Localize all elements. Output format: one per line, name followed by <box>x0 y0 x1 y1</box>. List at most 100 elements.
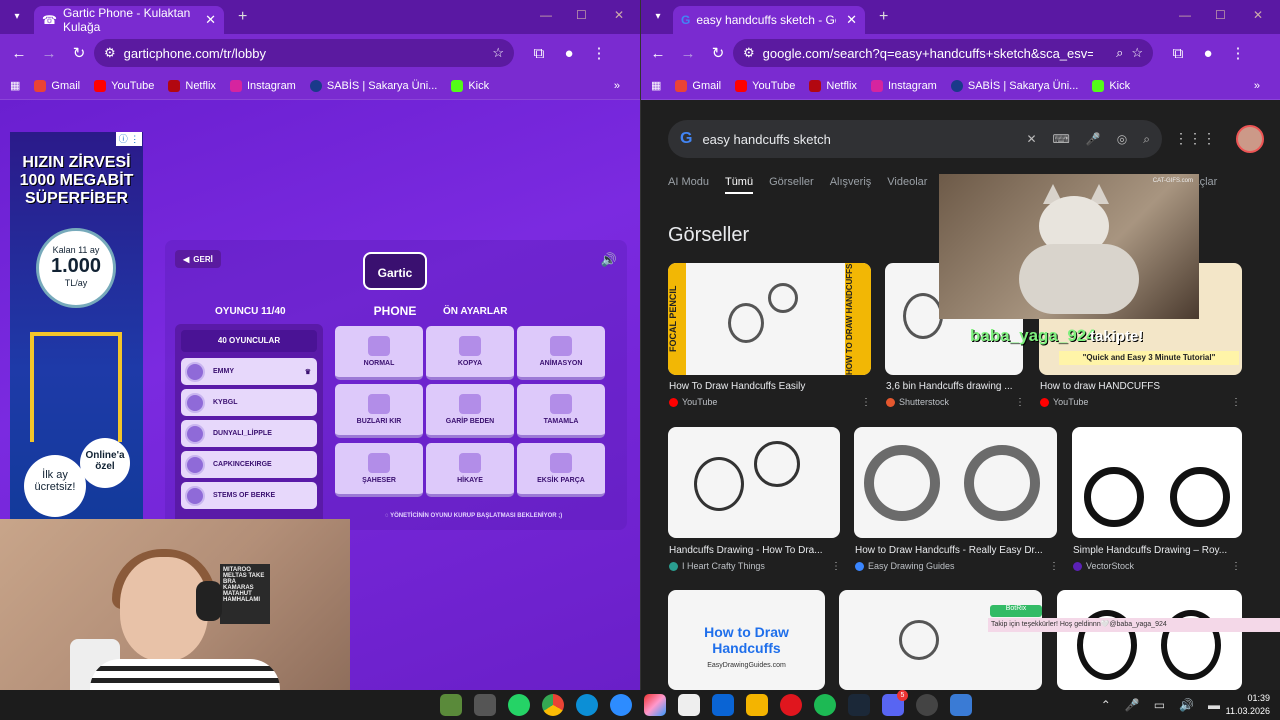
image-result-7[interactable]: How to Draw Handcuffs EasyDrawingGuides.… <box>668 590 825 690</box>
player-count-button[interactable]: 40 OYUNCULAR <box>181 330 317 352</box>
tab-google[interactable]: G easy handcuffs sketch - Google ✕ <box>673 6 865 34</box>
image-result-1[interactable]: FOCAL PENCIL HOW TO DRAW HANDCUFFS <box>668 263 871 375</box>
advertisement[interactable]: HIZIN ZİRVESİ 1000 MEGABİT SÜPERFİBER Ka… <box>10 132 143 527</box>
site-info-icon[interactable]: ⚙ <box>104 45 116 61</box>
maximize-icon[interactable]: ☐ <box>576 8 587 22</box>
bookmark-sabis[interactable]: SABİS | Sakarya Üni... <box>950 79 1078 92</box>
maximize-icon[interactable]: ☐ <box>1215 8 1226 22</box>
widget-icon[interactable] <box>440 694 462 716</box>
zoom-icon[interactable] <box>610 694 632 716</box>
extensions-icon[interactable]: ⧉ <box>1163 45 1193 62</box>
result-source[interactable]: VectorStock <box>1073 561 1134 571</box>
bookmark-netflix[interactable]: Netflix <box>809 79 857 92</box>
app-icon[interactable] <box>950 694 972 716</box>
back-icon[interactable]: ← <box>643 45 673 62</box>
mode-buzlari-kir[interactable]: BUZLARI KIR <box>335 384 423 439</box>
profile-avatar[interactable]: ● <box>1193 45 1223 62</box>
extensions-icon[interactable]: ⧉ <box>524 45 554 62</box>
task-view-icon[interactable] <box>474 694 496 716</box>
window-close-icon[interactable]: ✕ <box>614 8 624 22</box>
file-explorer-icon[interactable] <box>746 694 768 716</box>
edge-icon[interactable] <box>576 694 598 716</box>
bookmark-instagram[interactable]: Instagram <box>229 79 296 92</box>
result-source[interactable]: YouTube <box>1040 397 1088 407</box>
close-icon[interactable]: ✕ <box>846 12 857 28</box>
bookmark-netflix[interactable]: Netflix <box>168 79 216 92</box>
image-result-6[interactable] <box>1072 427 1242 538</box>
spotify-icon[interactable] <box>814 694 836 716</box>
mode-tamamla[interactable]: TAMAMLA <box>517 384 605 439</box>
minimize-icon[interactable]: — <box>540 8 552 22</box>
volume-icon[interactable]: 🔊 <box>1179 698 1194 712</box>
keyboard-icon[interactable]: ⌨ <box>1053 132 1070 147</box>
ad-info-icon[interactable]: ⓘ ⋮ <box>116 132 142 146</box>
more-options-icon[interactable]: ⋮ <box>1231 561 1241 572</box>
tab-search-icon[interactable]: ▾ <box>8 8 26 26</box>
close-icon[interactable]: ✕ <box>205 12 216 28</box>
bookmark-instagram[interactable]: Instagram <box>870 79 937 92</box>
chrome-icon[interactable] <box>542 694 564 716</box>
more-bookmarks-icon[interactable]: » <box>1254 80 1260 92</box>
mode-kopya[interactable]: KOPYA <box>426 326 514 380</box>
more-options-icon[interactable]: ⋮ <box>1231 397 1241 408</box>
address-bar[interactable]: ⚙ google.com/search?q=easy+handcuffs+ske… <box>733 39 1153 67</box>
reload-icon[interactable]: ↻ <box>703 44 733 62</box>
result-source[interactable]: I Heart Crafty Things <box>669 561 765 571</box>
bookmark-gmail[interactable]: Gmail <box>34 79 80 92</box>
microphone-icon[interactable]: 🎤 <box>1125 698 1140 712</box>
image-result-5[interactable] <box>854 427 1057 538</box>
mode-hikaye[interactable]: HİKAYE <box>426 442 514 497</box>
tab-all[interactable]: Tümü <box>724 176 754 194</box>
mode-garip-beden[interactable]: GARİP BEDEN <box>426 384 514 439</box>
network-icon[interactable]: ▭ <box>1154 698 1165 712</box>
new-tab-icon[interactable]: + <box>879 8 888 26</box>
result-caption[interactable]: How to Draw Handcuffs - Really Easy Dr..… <box>855 545 1053 556</box>
back-button[interactable]: ◀ GERİ <box>175 250 221 268</box>
zoom-icon[interactable]: ⌕ <box>1116 45 1123 61</box>
bookmark-kick[interactable]: Kick <box>451 79 489 92</box>
bookmark-gmail[interactable]: Gmail <box>675 79 721 92</box>
chevron-up-icon[interactable]: ⌃ <box>1101 698 1111 712</box>
apps-grid-icon[interactable]: ▦ <box>10 79 20 92</box>
reload-icon[interactable]: ↻ <box>64 44 94 62</box>
result-source[interactable]: Easy Drawing Guides <box>855 561 955 571</box>
bookmark-sabis[interactable]: SABİS | Sakarya Üni... <box>309 79 437 92</box>
bookmark-youtube[interactable]: YouTube <box>94 79 154 92</box>
mode-saheser[interactable]: ŞAHESER <box>335 442 423 497</box>
mode-normal[interactable]: NORMAL <box>335 326 423 380</box>
profile-avatar[interactable]: ● <box>554 45 584 62</box>
mode-animasyon[interactable]: ANİMASYON <box>517 326 605 380</box>
mode-eksik-parca[interactable]: EKSİK PARÇA <box>517 442 605 497</box>
whatsapp-icon[interactable] <box>508 694 530 716</box>
site-info-icon[interactable]: ⚙ <box>743 45 755 61</box>
outlook-icon[interactable] <box>712 694 734 716</box>
more-bookmarks-icon[interactable]: » <box>614 80 620 92</box>
battery-icon[interactable]: ▬ <box>1208 698 1220 712</box>
clear-icon[interactable]: ✕ <box>1026 132 1036 147</box>
menu-icon[interactable]: ⋮ <box>1223 44 1253 62</box>
player-list[interactable]: 40 OYUNCULAR EMMY ♛ KYBGL DUNYALI_LİPPLE … <box>175 324 323 530</box>
image-result-9[interactable] <box>1057 590 1242 690</box>
more-options-icon[interactable]: ⋮ <box>831 561 841 572</box>
lens-icon[interactable]: ◎ <box>1117 132 1127 147</box>
more-options-icon[interactable]: ⋮ <box>1015 397 1025 408</box>
store-icon[interactable] <box>678 694 700 716</box>
google-search-box[interactable]: G easy handcuffs sketch ✕ ⌨ 🎤 ◎ ⌕ <box>668 120 1162 158</box>
back-icon[interactable]: ← <box>4 45 34 62</box>
bookmark-kick[interactable]: Kick <box>1092 79 1130 92</box>
tab-shopping[interactable]: Alışveriş <box>830 176 872 194</box>
image-result-4[interactable] <box>668 427 840 538</box>
more-options-icon[interactable]: ⋮ <box>1049 561 1059 572</box>
tab-search-icon[interactable]: ▾ <box>649 8 667 26</box>
forward-icon[interactable]: → <box>34 45 64 62</box>
microphone-icon[interactable]: 🎤 <box>1086 132 1101 147</box>
forward-icon[interactable]: → <box>673 45 703 62</box>
sound-icon[interactable]: 🔊 <box>601 252 617 268</box>
bookmark-youtube[interactable]: YouTube <box>735 79 795 92</box>
bookmark-star-icon[interactable]: ☆ <box>492 45 504 61</box>
copilot-icon[interactable] <box>644 694 666 716</box>
google-apps-icon[interactable]: ⋮⋮⋮ <box>1174 130 1216 147</box>
window-close-icon[interactable]: ✕ <box>1253 8 1263 22</box>
apps-grid-icon[interactable]: ▦ <box>651 79 661 92</box>
clock[interactable]: 01:39 11.03.2026 <box>1226 692 1270 718</box>
